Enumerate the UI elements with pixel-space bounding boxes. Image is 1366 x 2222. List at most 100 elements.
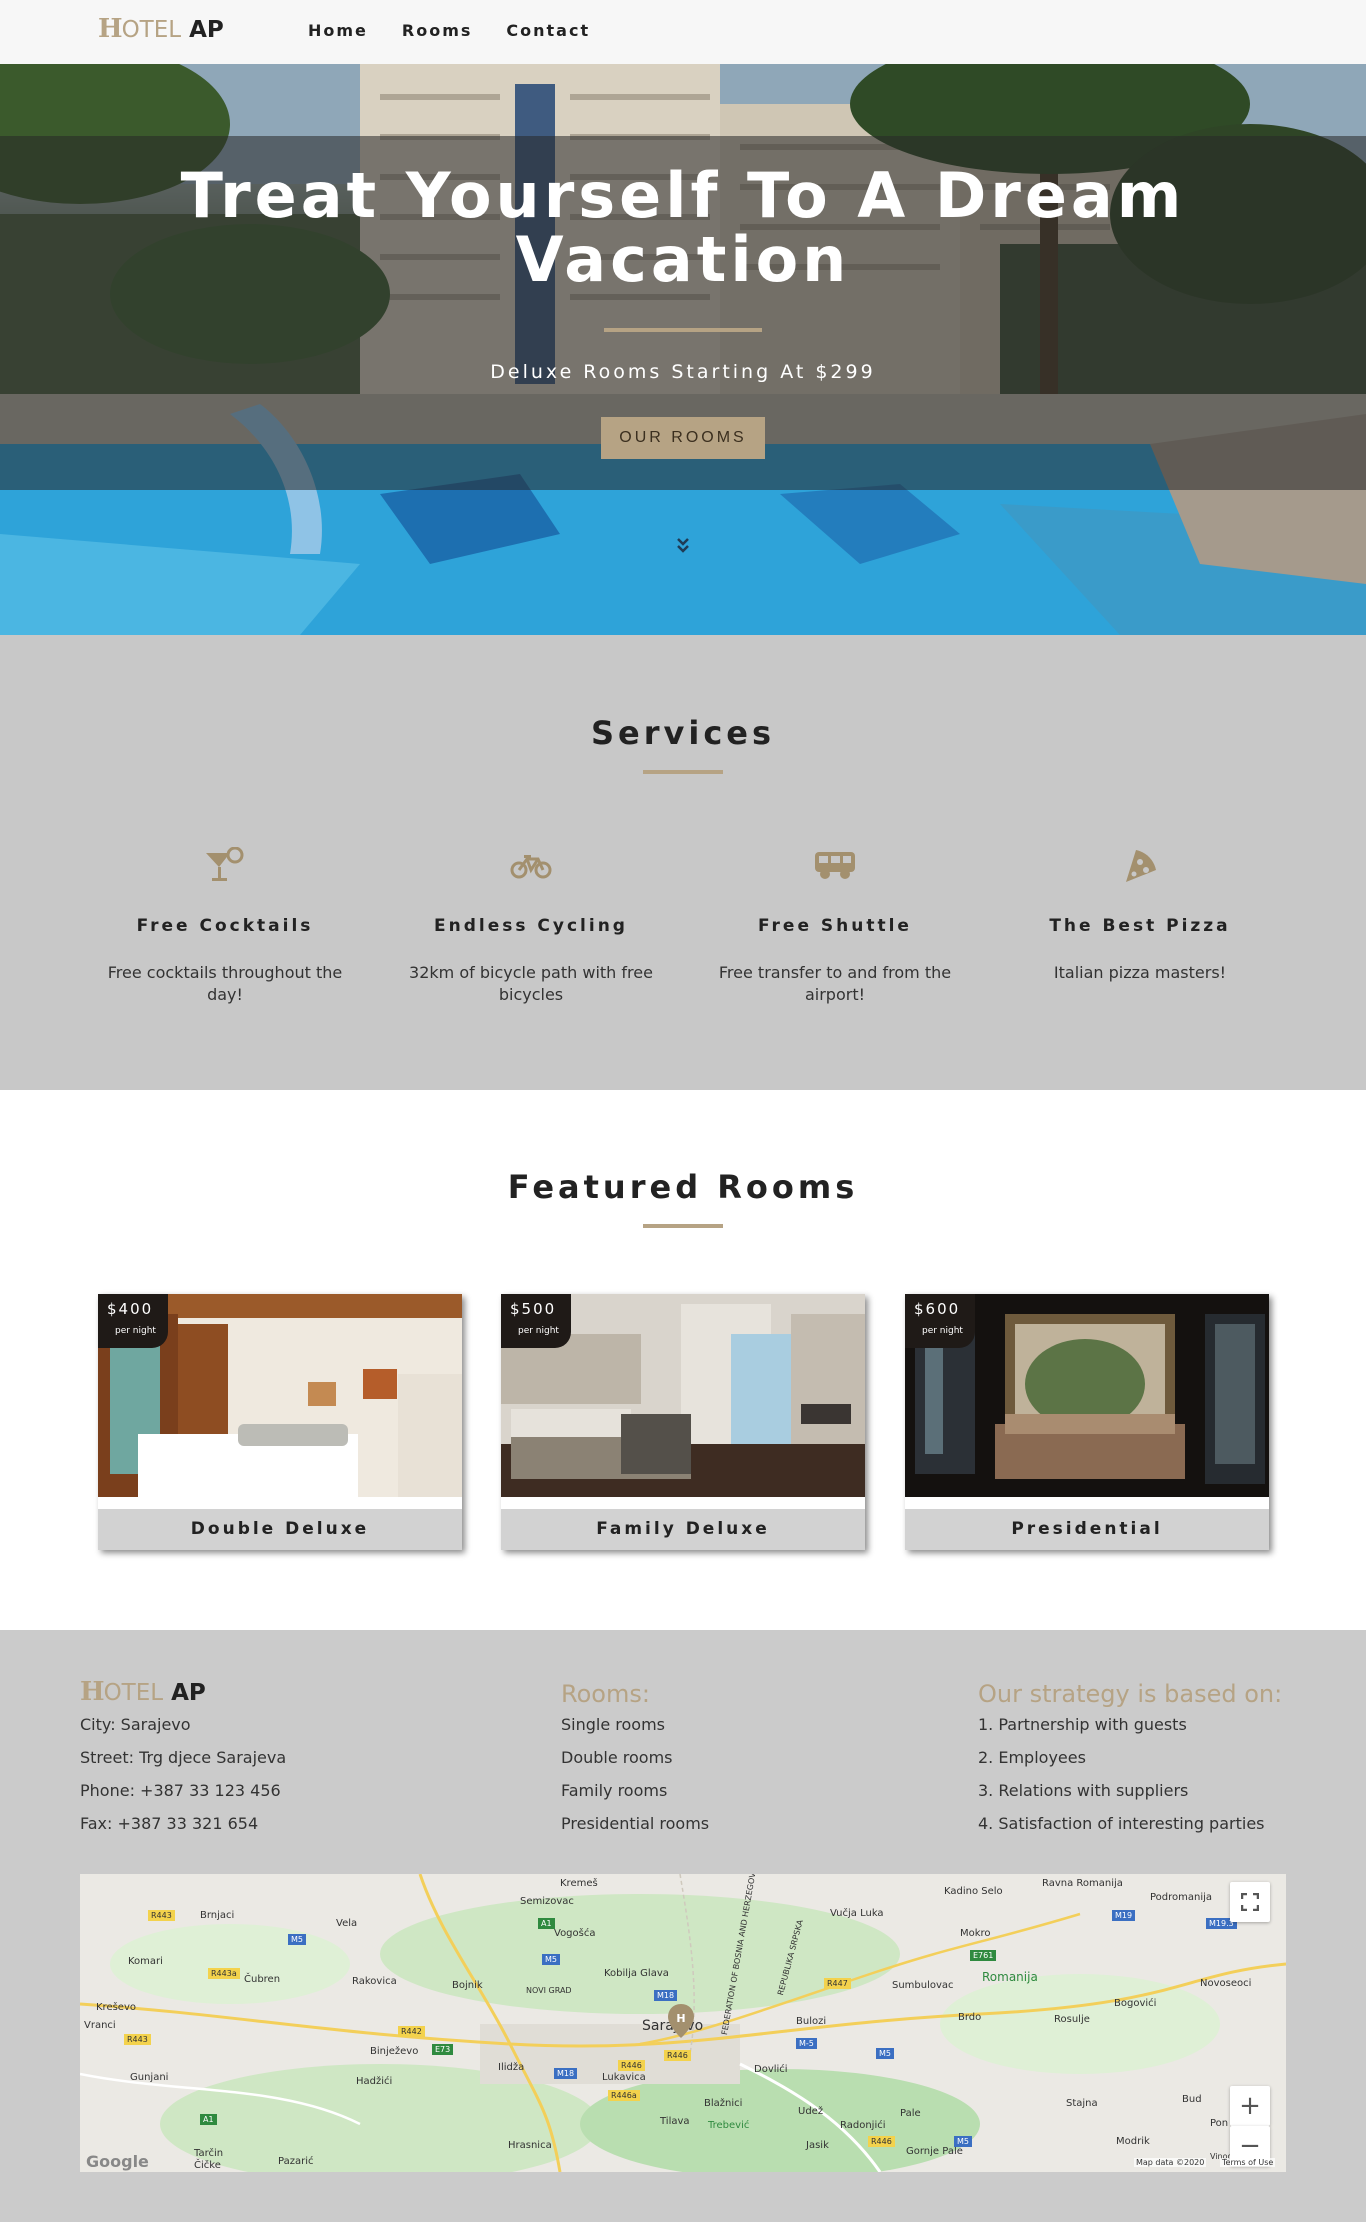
map-place-label: Rakovica xyxy=(352,1976,397,1987)
room-price: $600 xyxy=(914,1300,961,1318)
map-place-label: Hrasnica xyxy=(508,2140,552,2151)
map-road-marker: M18 xyxy=(554,2068,578,2079)
room-price: $400 xyxy=(107,1300,154,1318)
map-place-label: Radonjići xyxy=(840,2120,886,2131)
footer-room-link[interactable]: Single rooms xyxy=(561,1714,709,1747)
map-place-label: Binježevo xyxy=(370,2046,419,2057)
map-place-label: Mokro xyxy=(960,1928,991,1939)
service-description: Italian pizza masters! xyxy=(1053,963,1227,982)
shuttle-icon xyxy=(809,840,861,892)
logo-letter-h: H xyxy=(80,1677,105,1707)
nav-link-rooms[interactable]: Rooms xyxy=(402,21,473,40)
fullscreen-icon[interactable] xyxy=(1230,1882,1270,1922)
our-rooms-button[interactable]: OUR ROOMS xyxy=(601,417,765,459)
map-place-label: Rosulje xyxy=(1054,2014,1090,2025)
service-title: Free Cocktails xyxy=(136,916,314,936)
map-place-label: Brdo xyxy=(958,2012,982,2023)
double-chevron-down-icon[interactable] xyxy=(672,537,694,559)
hero-title: Treat Yourself To A Dream Vacation xyxy=(0,164,1366,292)
map-road-marker: A1 xyxy=(200,2114,217,2125)
logo-text-ap: AP xyxy=(189,17,224,43)
logo-text-otel: OTEL xyxy=(103,1680,164,1706)
room-price-badge: $600 per night xyxy=(905,1294,975,1348)
map-place-label: Kremeš xyxy=(560,1878,598,1889)
map-place-label: Hadžići xyxy=(356,2076,393,2087)
google-logo: Google xyxy=(86,2152,149,2171)
footer-room-link[interactable]: Family rooms xyxy=(561,1780,709,1813)
featured-rooms-section: Featured Rooms $400 per night Double Del… xyxy=(0,1090,1366,1630)
footer-strategy-list: 1. Partnership with guests 2. Employees … xyxy=(978,1714,1265,1846)
map-place-label: Sumbulovac xyxy=(892,1980,954,1991)
top-navbar: H OTEL AP Home Rooms Contact xyxy=(0,0,1366,64)
hotel-logo[interactable]: H OTEL AP xyxy=(98,14,224,44)
location-map[interactable]: Kreševo Vranci Gunjani Komari Brnjaci Ve… xyxy=(80,1874,1286,2172)
footer-room-link[interactable]: Presidential rooms xyxy=(561,1813,709,1846)
footer-street: Street: Trg djece Sarajeva xyxy=(80,1748,287,1767)
footer-hotel-logo: H OTEL AP xyxy=(80,1677,206,1707)
map-road-marker: M18 xyxy=(654,1990,678,2001)
map-road-marker: R447 xyxy=(824,1978,851,1989)
map-place-label: Vranci xyxy=(84,2020,116,2031)
service-free-shuttle: Free Shuttle Free transfer to and from t… xyxy=(710,840,960,1006)
room-name[interactable]: Double Deluxe xyxy=(98,1509,462,1550)
service-endless-cycling: Endless Cycling 32km of bicycle path wit… xyxy=(406,840,656,1006)
logo-text-otel: OTEL xyxy=(121,17,182,43)
map-road-marker: R443 xyxy=(148,1910,175,1921)
room-name[interactable]: Presidential xyxy=(905,1509,1269,1550)
map-place-label: Modrik xyxy=(1116,2136,1150,2147)
room-card-family-deluxe[interactable]: $500 per night Family Deluxe xyxy=(501,1294,865,1550)
map-place-label: Pon xyxy=(1210,2118,1229,2129)
map-place-label: Dovlići xyxy=(754,2064,788,2075)
map-place-label: Pale xyxy=(900,2108,921,2119)
footer-strategy-item: 2. Employees xyxy=(978,1748,1086,1767)
zoom-in-button[interactable]: + xyxy=(1230,2086,1270,2126)
map-place-label: Tilava xyxy=(660,2116,690,2127)
footer: H OTEL AP City: Sarajevo Street: Trg dje… xyxy=(0,1630,1366,2222)
map-road-marker: R446 xyxy=(618,2060,645,2071)
map-place-label: Vogošća xyxy=(554,1928,596,1939)
footer-phone: Phone: +387 33 123 456 xyxy=(80,1781,281,1800)
cocktail-icon xyxy=(199,840,251,892)
room-price: $500 xyxy=(510,1300,557,1318)
map-terms-link[interactable]: Terms of Use xyxy=(1220,2158,1276,2167)
map-place-label: Podromanija xyxy=(1150,1892,1213,1903)
map-place-label: Jasik xyxy=(806,2140,829,2151)
map-road-marker: R446 xyxy=(868,2136,895,2147)
room-price-per-night: per night xyxy=(922,1326,963,1336)
room-card-presidential[interactable]: $600 per night Presidential xyxy=(905,1294,1269,1550)
map-road-marker: R443 xyxy=(124,2034,151,2045)
map-road-marker: M-5 xyxy=(796,2038,817,2049)
map-place-label: Tarčin xyxy=(194,2148,224,2159)
room-card-double-deluxe[interactable]: $400 per night Double Deluxe xyxy=(98,1294,462,1550)
nav-link-contact[interactable]: Contact xyxy=(506,21,590,40)
logo-text-ap: AP xyxy=(171,1680,206,1706)
map-place-label: Gornje Pale xyxy=(906,2146,963,2157)
nav-link-home[interactable]: Home xyxy=(308,21,368,40)
map-place-label: Bulozi xyxy=(796,2016,827,2027)
map-road-marker: M19 xyxy=(1112,1910,1136,1921)
map-place-label: Stajna xyxy=(1066,2098,1098,2109)
map-road-marker: E73 xyxy=(432,2044,454,2055)
map-place-label: Ravna Romanija xyxy=(1042,1878,1123,1889)
service-title: The Best Pizza xyxy=(1049,916,1231,936)
services-divider xyxy=(643,770,723,774)
footer-strategy-item: 3. Relations with suppliers xyxy=(978,1781,1189,1800)
map-road-marker: R446 xyxy=(664,2050,691,2061)
service-best-pizza: The Best Pizza Italian pizza masters! xyxy=(1015,840,1265,984)
room-price-badge: $500 per night xyxy=(501,1294,571,1348)
map-place-label: Trebević xyxy=(708,2120,750,2131)
services-title: Services xyxy=(590,714,776,752)
map-attribution: Map data ©2020 xyxy=(1134,2158,1207,2167)
footer-room-link[interactable]: Double rooms xyxy=(561,1747,709,1780)
map-place-label: NOVI GRAD xyxy=(526,1986,572,1995)
map-road-marker: M5 xyxy=(288,1934,306,1945)
service-description: Free cocktails throughout the day! xyxy=(107,963,343,1004)
hotel-location-pin[interactable]: H xyxy=(668,2004,694,2038)
footer-fax: Fax: +387 33 321 654 xyxy=(80,1814,259,1833)
map-place-label: Vela xyxy=(336,1918,358,1929)
map-road-marker: R446a xyxy=(608,2090,640,2101)
map-place-label: Novoseoci xyxy=(1200,1978,1252,1989)
hero-subtitle: Deluxe Rooms Starting At $299 xyxy=(490,361,876,383)
room-name[interactable]: Family Deluxe xyxy=(501,1509,865,1550)
map-place-label: Ilidža xyxy=(498,2062,525,2073)
